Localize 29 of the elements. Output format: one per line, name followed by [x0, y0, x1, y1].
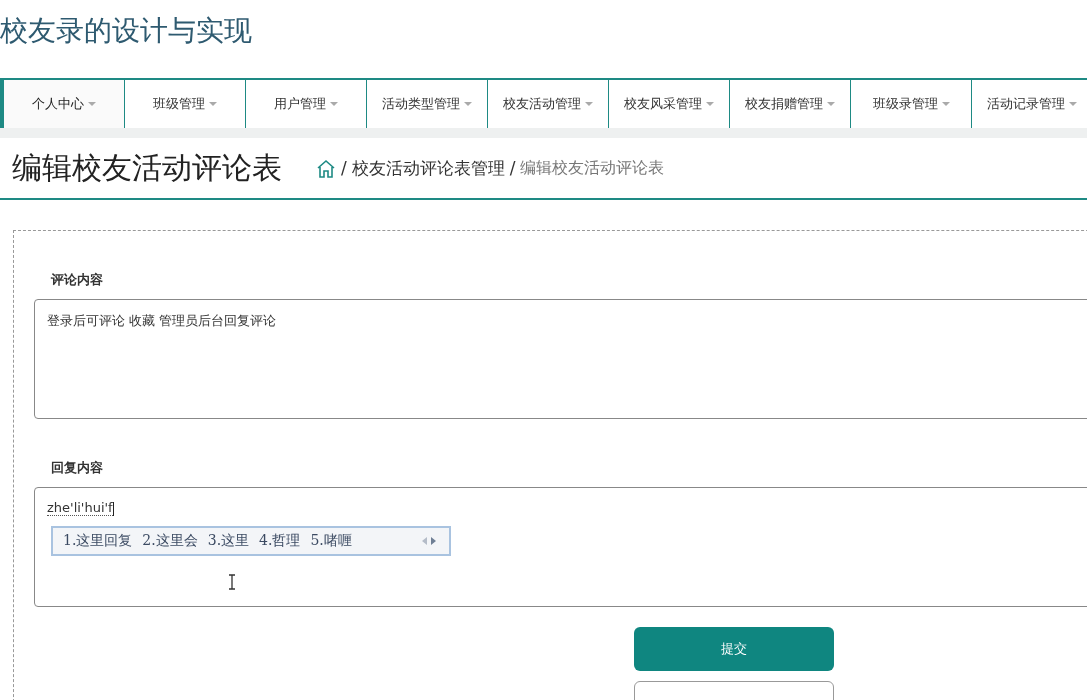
caret-icon [209, 102, 217, 107]
breadcrumb-separator: / [341, 158, 347, 178]
page-arrows-icon[interactable] [421, 536, 437, 546]
breadcrumb-current: 编辑校友活动评论表 [520, 157, 665, 179]
ime-candidate[interactable]: 4.哲理 [259, 532, 301, 550]
caret-icon [706, 102, 714, 107]
breadcrumb-separator: / [509, 158, 516, 178]
caret-icon [585, 102, 593, 107]
ime-candidate[interactable]: 5.啫喱 [310, 532, 352, 550]
ime-candidate[interactable]: 1.这里回复 [63, 532, 133, 550]
text-area[interactable]: zhe'li'hui'f 1.这里回复 2.这里会 3.这里 4.哲理 5.啫喱 [34, 487, 1087, 607]
field-label: 回复内容 [51, 459, 104, 477]
text-area[interactable]: 登录后可评论 收藏 管理员后台回复评论 [34, 299, 1087, 419]
text-cursor-icon [228, 574, 236, 590]
site-title: 校友录的设计与实现 [0, 13, 253, 49]
caret-icon [827, 102, 835, 107]
caret-icon [464, 102, 472, 107]
breadcrumb-link[interactable]: 校友活动评论表管理 [351, 156, 505, 180]
caret-icon [88, 102, 96, 107]
caret-icon [330, 102, 338, 107]
submit-button[interactable]: 提交 [634, 627, 834, 671]
field-label: 评论内容 [51, 271, 104, 289]
ime-candidate[interactable]: 3.这里 [207, 532, 250, 550]
ime-candidate[interactable]: 2.这里会 [142, 532, 198, 550]
nav-menu-item[interactable]: 个人中心 [4, 80, 125, 128]
page-title: 编辑校友活动评论表 [12, 148, 282, 187]
caret-icon [1069, 102, 1077, 107]
caret-icon [941, 102, 950, 107]
home-icon[interactable] [316, 158, 336, 178]
